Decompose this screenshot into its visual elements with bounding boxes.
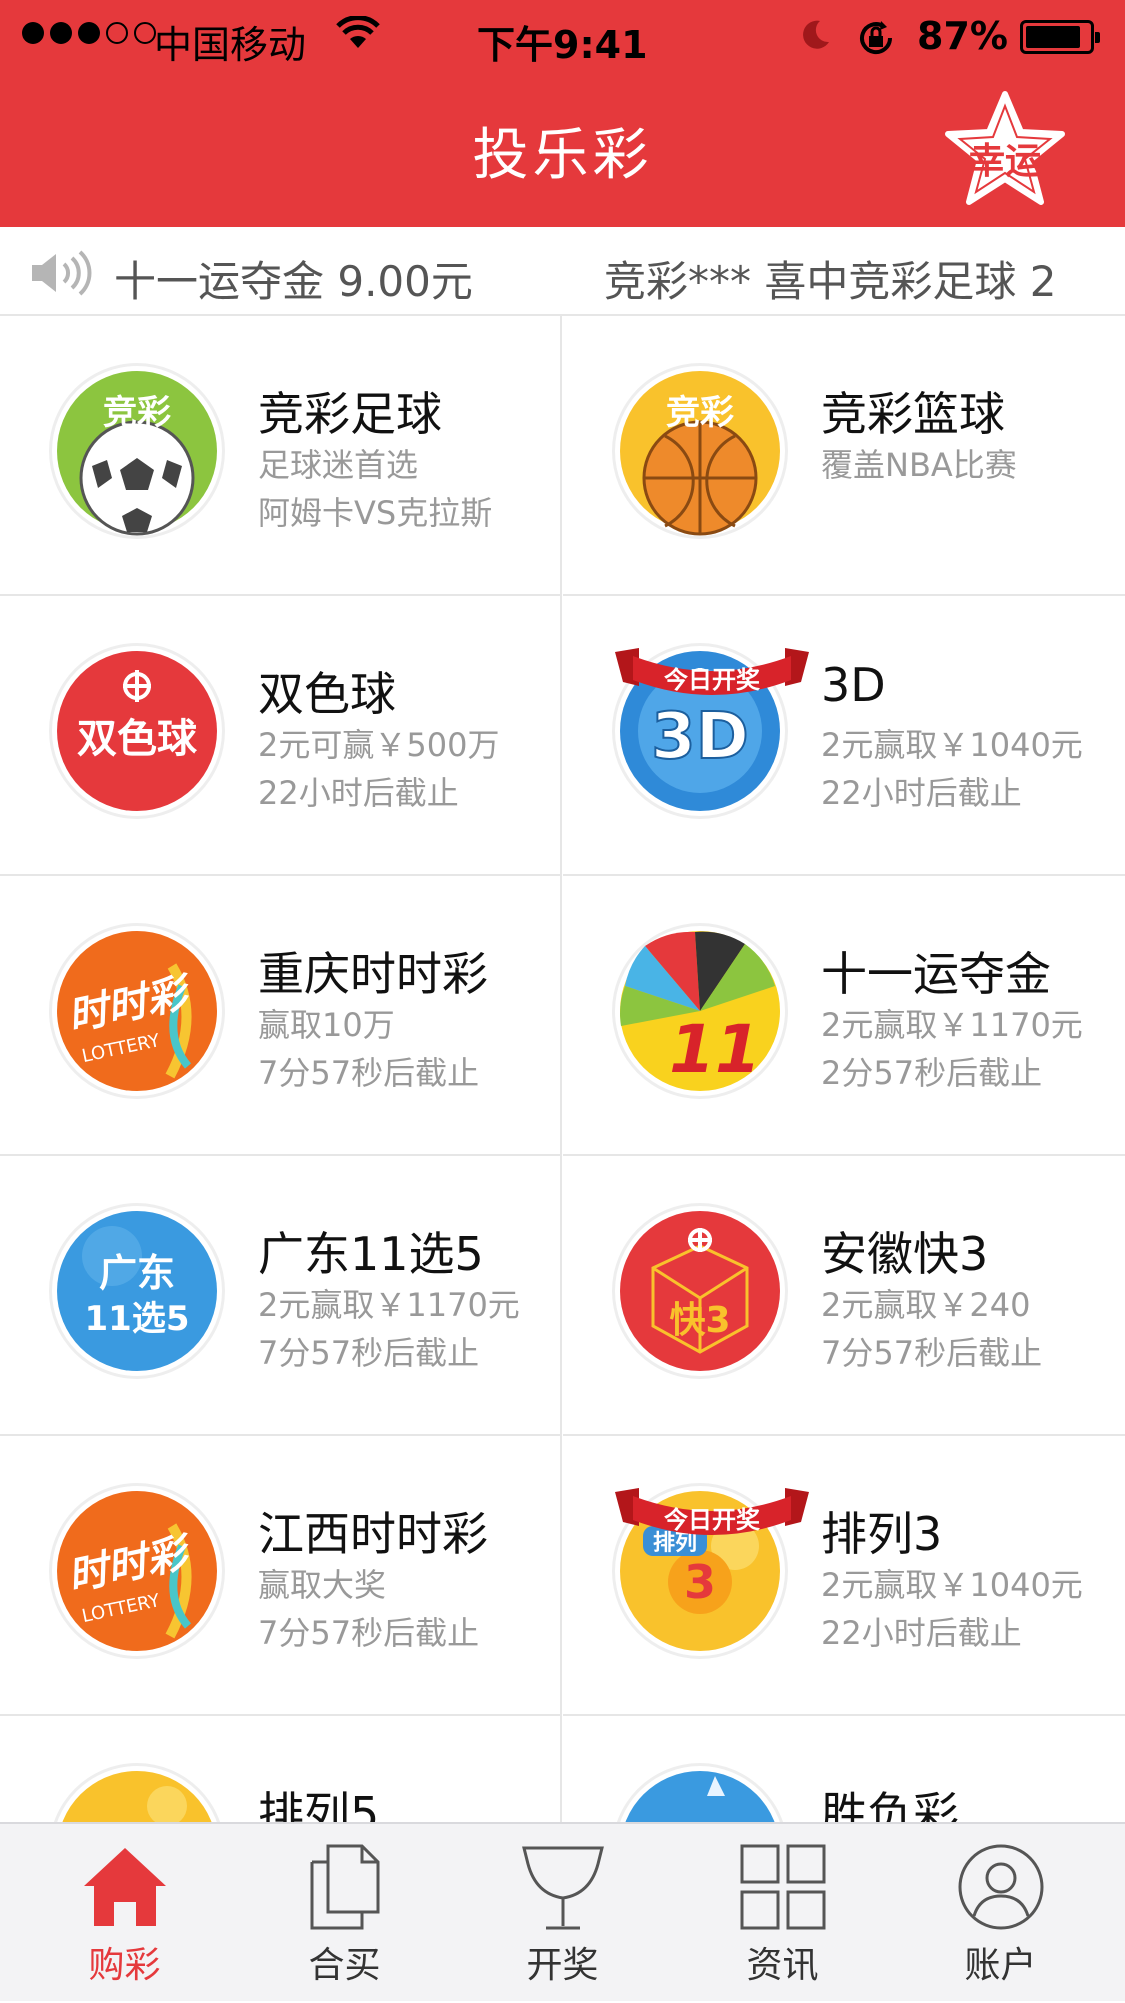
- game-card-eleven-duojin[interactable]: 11 十一运夺金 2元赢取￥1170元 2分57秒后截止: [563, 876, 1125, 1156]
- clock: 下午9:41: [477, 23, 648, 67]
- football-icon: 竞彩: [52, 366, 222, 536]
- tab-news[interactable]: 资讯: [670, 1824, 895, 2003]
- wifi-icon: [336, 16, 380, 48]
- game-name: 竞彩足球: [258, 387, 442, 441]
- home-icon: [84, 1848, 166, 1926]
- bottom-tab-bar: 购彩 合买 开奖 资讯 账户: [0, 1822, 1125, 2001]
- tab-account[interactable]: 账户: [888, 1824, 1113, 2003]
- icon-text: 快3: [669, 1300, 730, 1341]
- game-deadline: 7分57秒后截止: [821, 1334, 1043, 1372]
- battery-percent: 87%: [917, 14, 1008, 58]
- game-deadline: 22小时后截止: [258, 774, 459, 812]
- game-promo: 赢取10万: [258, 1006, 395, 1044]
- trophy-icon: [522, 1846, 604, 1930]
- ribbon-text: 今日开奖: [664, 1506, 761, 1534]
- moon-icon: [803, 20, 829, 49]
- marquee-item: 竞彩*** 喜中竞彩足球 2: [604, 257, 1057, 306]
- shishicai-icon: 时时彩 LOTTERY: [52, 926, 222, 1096]
- 3d-lottery-icon: 3D 今日开奖: [615, 646, 809, 816]
- game-name: 重庆时时彩: [258, 947, 488, 1001]
- icon-text: 11: [669, 1011, 761, 1088]
- shishicai-icon: 时时彩 LOTTERY: [52, 1486, 222, 1656]
- tab-label: 账户: [964, 1945, 1037, 1986]
- game-name: 安徽快3: [821, 1227, 989, 1281]
- game-deadline: 阿姆卡VS克拉斯: [258, 494, 493, 532]
- draw-today-ribbon: 今日开奖: [615, 648, 809, 695]
- game-promo: 2元赢取￥1040元: [821, 1566, 1083, 1604]
- eleven-icon: 11: [615, 926, 785, 1096]
- user-icon: [958, 1844, 1044, 1930]
- tab-draw-results[interactable]: 开奖: [450, 1824, 675, 2003]
- game-promo: 2元赢取￥240: [821, 1286, 1031, 1324]
- icon-text: 3D: [651, 700, 749, 774]
- icon-subtext: 11选5: [85, 1299, 190, 1339]
- tab-label: 资讯: [746, 1945, 819, 1986]
- game-promo: 赢取大奖: [258, 1566, 387, 1604]
- game-card-anhui-k3[interactable]: 快3 安徽快3 2元赢取￥240 7分57秒后截止: [563, 1156, 1125, 1436]
- icon-subtext: 3: [684, 1555, 716, 1609]
- speaker-icon: [32, 250, 92, 296]
- lucky-star-button[interactable]: 幸运: [940, 88, 1070, 212]
- game-deadline: 7分57秒后截止: [258, 1614, 480, 1652]
- basketball-icon: 竞彩: [615, 366, 785, 536]
- anhui-k3-icon: 快3: [615, 1206, 785, 1376]
- game-name: 广东11选5: [258, 1227, 484, 1281]
- guangdong-11x5-icon: 广东 11选5: [52, 1206, 222, 1376]
- tab-buy-lottery[interactable]: 购彩: [12, 1824, 237, 2003]
- game-card-jiangxi-ssc[interactable]: 时时彩 LOTTERY 江西时时彩 赢取大奖 7分57秒后截止: [0, 1436, 562, 1716]
- app-header: 中国移动 下午9:41 87% 投乐彩 幸运: [0, 0, 1125, 227]
- game-card-guangdong-11x5[interactable]: 广东 11选5 广东11选5 2元赢取￥1170元 7分57秒后截止: [0, 1156, 562, 1436]
- icon-text: 双色球: [77, 716, 198, 762]
- game-card-jingcai-football[interactable]: 竞彩 竞彩足球 足球迷首选 阿姆卡VS克拉斯: [0, 316, 562, 596]
- game-card-shuangseqiu[interactable]: 双色球 双色球 2元可赢￥500万 22小时后截止: [0, 596, 562, 876]
- game-deadline: 7分57秒后截止: [258, 1054, 480, 1092]
- pailie3-icon: 排列 3 今日开奖: [615, 1486, 809, 1656]
- game-name: 双色球: [258, 667, 396, 721]
- game-name: 3D: [821, 658, 886, 712]
- game-promo: 2元赢取￥1170元: [821, 1006, 1083, 1044]
- ribbon-text: 今日开奖: [664, 666, 761, 694]
- winning-news-marquee[interactable]: 十一运夺金 9.00元 竞彩*** 喜中竞彩足球 2: [0, 228, 1125, 316]
- game-card-jingcai-basketball[interactable]: 竞彩 竞彩篮球 覆盖NBA比赛: [563, 316, 1125, 596]
- draw-today-ribbon: 今日开奖: [615, 1488, 809, 1535]
- lucky-label: 幸运: [968, 141, 1041, 182]
- game-promo: 2元赢取￥1170元: [258, 1286, 520, 1324]
- icon-text: 竞彩: [666, 393, 734, 433]
- tab-label: 合买: [308, 1945, 381, 1986]
- battery-icon: [1020, 20, 1100, 54]
- game-promo: 2元可赢￥500万: [258, 726, 500, 764]
- icon-text: 广东: [99, 1251, 175, 1295]
- status-bar: 中国移动 下午9:41 87%: [0, 0, 1125, 80]
- documents-icon: [310, 1844, 380, 1930]
- game-card-chongqing-ssc[interactable]: 时时彩 LOTTERY 重庆时时彩 赢取10万 7分57秒后截止: [0, 876, 562, 1156]
- tab-label: 开奖: [526, 1945, 599, 1986]
- double-color-ball-icon: 双色球: [52, 646, 222, 816]
- grid-icon: [740, 1844, 826, 1930]
- signal-strength-icon: [22, 22, 156, 44]
- carrier-label: 中国移动: [154, 23, 307, 67]
- game-card-pailie3[interactable]: 排列 3 今日开奖 排列3 2元赢取￥1040元 22小时后截止: [563, 1436, 1125, 1716]
- game-name: 十一运夺金: [821, 947, 1051, 1001]
- game-promo: 足球迷首选: [258, 446, 419, 484]
- tab-group-buy[interactable]: 合买: [232, 1824, 457, 2003]
- game-promo: 覆盖NBA比赛: [821, 446, 1017, 484]
- game-deadline: 22小时后截止: [821, 774, 1022, 812]
- icon-text: 竞彩: [103, 393, 171, 433]
- game-card-3d[interactable]: 3D 今日开奖 3D 2元赢取￥1040元 22小时后截止: [563, 596, 1125, 876]
- game-deadline: 22小时后截止: [821, 1614, 1022, 1652]
- game-name: 排列3: [821, 1507, 943, 1561]
- game-name: 江西时时彩: [258, 1507, 488, 1561]
- marquee-item: 十一运夺金 9.00元: [114, 257, 473, 306]
- game-name: 竞彩篮球: [821, 387, 1005, 441]
- tab-label: 购彩: [88, 1945, 161, 1986]
- game-promo: 2元赢取￥1040元: [821, 726, 1083, 764]
- rotation-lock-icon: [860, 21, 893, 55]
- game-deadline: 2分57秒后截止: [821, 1054, 1043, 1092]
- game-deadline: 7分57秒后截止: [258, 1334, 480, 1372]
